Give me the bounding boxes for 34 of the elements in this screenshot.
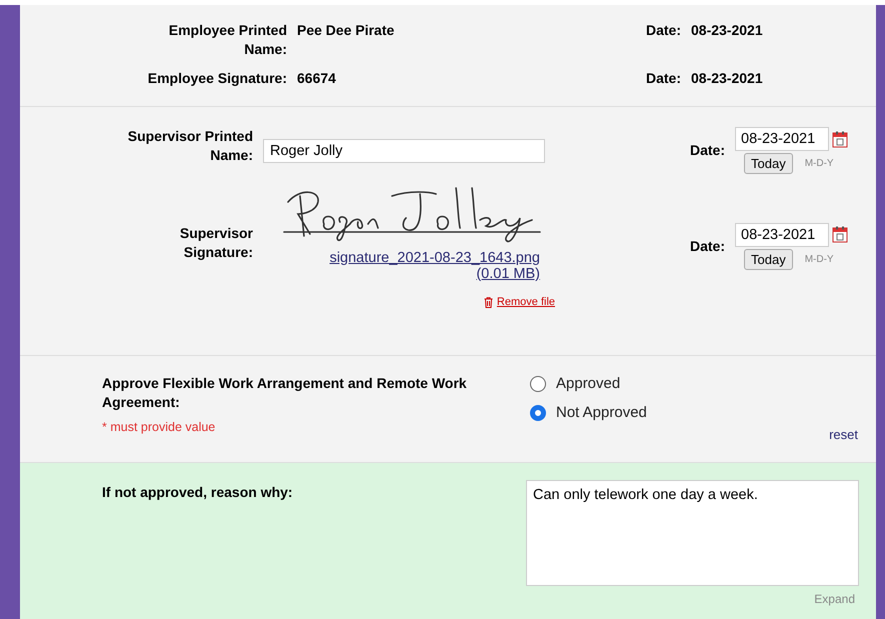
field-label: Employee Printed Name:	[168, 21, 287, 59]
calendar-icon[interactable]	[832, 130, 848, 148]
file-link[interactable]: signature_2021-08-23_1643.png	[330, 250, 540, 266]
radio-icon[interactable]	[530, 404, 546, 420]
date-format-hint: M-D-Y	[804, 254, 834, 264]
date-label: Date:	[644, 21, 681, 40]
date-field[interactable]: 08-23-2021	[735, 127, 829, 151]
field-value: Pee Dee Pirate	[297, 21, 396, 40]
field-label: Employee Signature:	[146, 69, 287, 88]
reason-text-area[interactable]: Can only telework one day a week.	[526, 480, 859, 586]
remove-file-link[interactable]: Remove file	[484, 296, 555, 308]
date-format-hint: M-D-Y	[804, 158, 834, 169]
today-button[interactable]: Today	[744, 153, 793, 174]
reset-link[interactable]: reset	[829, 427, 858, 442]
date-label: Date:	[644, 69, 681, 88]
radio-option[interactable]: Not Approved	[530, 398, 647, 427]
field-label: Supervisor Printed Name:	[126, 127, 253, 165]
trash-icon	[484, 296, 493, 308]
file-size-link[interactable]: (0.01 MB)	[476, 266, 540, 282]
calendar-icon[interactable]	[832, 226, 848, 243]
radio-option[interactable]: Approved	[530, 369, 647, 398]
today-button[interactable]: Today	[744, 248, 793, 270]
field-value: 66674	[297, 69, 337, 88]
date-value: 08-23-2021	[691, 69, 764, 88]
date-field[interactable]: 08-23-2021	[735, 222, 829, 246]
required-note: * must provide value	[102, 420, 216, 434]
question-label: If not approved, reason why:	[102, 483, 294, 502]
question-label: Approve Flexible Work Arrangement and Remote Work Agreement:	[102, 374, 468, 412]
radio-icon[interactable]	[530, 376, 546, 392]
field-label: Supervisor Signature:	[178, 224, 253, 262]
date-label: Date:	[688, 236, 725, 256]
name-field[interactable]: Roger Jolly	[263, 139, 545, 163]
date-label: Date:	[688, 141, 725, 160]
date-value: 08-23-2021	[691, 21, 764, 40]
